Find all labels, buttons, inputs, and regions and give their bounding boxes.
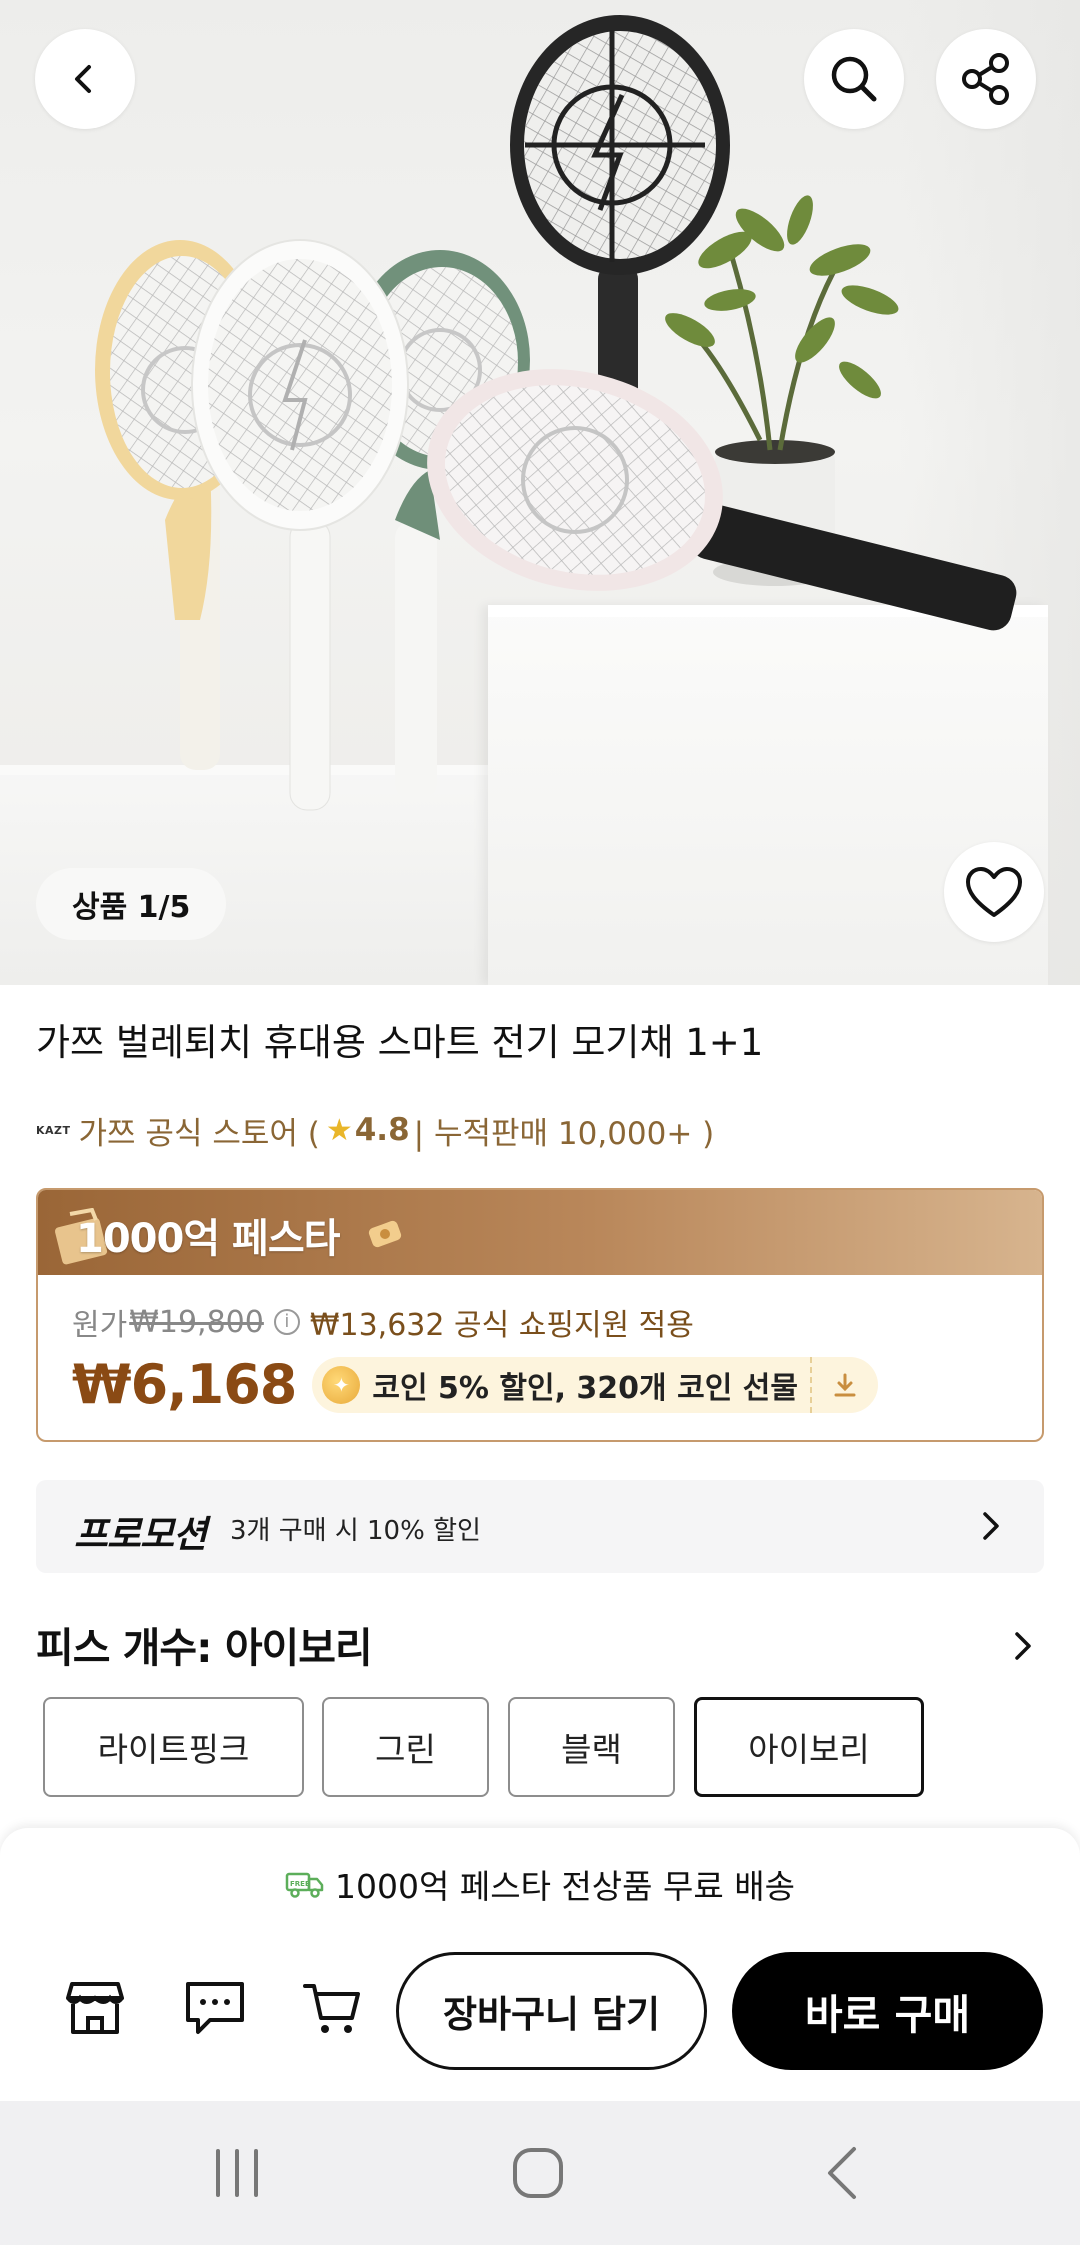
option-ivory[interactable]: 아이보리: [694, 1697, 924, 1797]
option-light-pink[interactable]: 라이트핑크: [43, 1697, 304, 1797]
coin-benefit-text: 코인 5% 할인, 320개 코인 선물: [372, 1370, 798, 1406]
back-button[interactable]: [35, 29, 135, 129]
original-price-row: 원가 ₩19,800 i ₩13,632 공식 쇼핑지원 적용: [72, 1300, 694, 1344]
image-page-indicator: 상품 1/5: [36, 868, 227, 940]
chevron-left-icon: [75, 65, 91, 93]
option-black[interactable]: 블랙: [508, 1697, 675, 1797]
star-icon: ★: [325, 1112, 353, 1148]
chevron-right-icon[interactable]: [1008, 1630, 1036, 1662]
store-logo: KAZT: [36, 1123, 71, 1137]
store-icon[interactable]: [64, 1978, 126, 2038]
system-navigation-bar: [0, 2101, 1080, 2245]
pink-racket: [427, 369, 1017, 631]
final-price: ₩6,168: [72, 1353, 297, 1416]
shopping-support-text: ₩13,632 공식 쇼핑지원 적용: [309, 1308, 694, 1343]
festa-title: 1000억 페스타: [76, 1216, 340, 1262]
final-price-row: ₩6,168 ✦ 코인 5% 할인, 320개 코인 선물: [72, 1353, 878, 1416]
store-link[interactable]: KAZT 가쯔 공식 스토어 ( ★ 4.8 | 누적판매 10,000+ ): [36, 1108, 714, 1152]
promotion-row[interactable]: 프로모션 3개 구매 시 10% 할인: [36, 1480, 1044, 1573]
free-shipping-text: 1000억 페스타 전상품 무료 배송: [335, 1867, 795, 1906]
share-button[interactable]: [936, 29, 1036, 129]
free-shipping-notice: FREE 1000억 페스타 전상품 무료 배송: [0, 1860, 1080, 1908]
promotion-title: 프로모션: [74, 1513, 207, 1556]
product-title: 가쯔 벌레퇴치 휴대용 스마트 전기 모기채 1+1: [36, 1021, 764, 1064]
coin-download-button[interactable]: [812, 1357, 878, 1413]
info-icon[interactable]: i: [273, 1309, 300, 1335]
option-title: 피스 개수: 아이보리: [36, 1624, 373, 1672]
share-icon: [962, 53, 1009, 105]
buy-now-button[interactable]: 바로 구매: [732, 1952, 1043, 2070]
festa-banner: 1000억 페스타: [38, 1190, 1042, 1275]
heart-icon: [966, 867, 1022, 917]
store-name: 가쯔 공식 스토어 (: [78, 1115, 320, 1152]
search-button[interactable]: [804, 29, 904, 129]
purchase-bar: FREE 1000억 페스타 전상품 무료 배송 장바구니 담기 바로 구매: [0, 1828, 1080, 2101]
svg-text:FREE: FREE: [290, 1880, 310, 1888]
white-racket: [191, 239, 409, 811]
system-back-icon[interactable]: [820, 2145, 864, 2201]
product-image-carousel[interactable]: 상품 1/5: [0, 0, 1080, 985]
chevron-right-icon: [983, 1512, 999, 1540]
coin-benefit-chip[interactable]: ✦ 코인 5% 할인, 320개 코인 선물: [312, 1356, 878, 1413]
download-icon: [834, 1373, 856, 1396]
chat-icon[interactable]: [184, 1978, 246, 2038]
promotion-text: 3개 구매 시 10% 할인: [230, 1516, 481, 1546]
coin-icon: ✦: [322, 1365, 361, 1404]
festa-price-card: 1000억 페스타 원가 ₩19,800 i ₩13,632 공식 쇼핑지원 적…: [36, 1188, 1044, 1442]
store-rating: 4.8: [354, 1112, 410, 1148]
cart-icon[interactable]: [302, 1978, 364, 2038]
home-icon[interactable]: [510, 2145, 566, 2201]
recent-apps-icon[interactable]: [210, 2145, 264, 2201]
search-icon: [831, 56, 877, 102]
store-sales: | 누적판매 10,000+ ): [413, 1115, 715, 1152]
original-price-label: 원가: [72, 1308, 128, 1343]
truck-icon: FREE: [285, 1872, 324, 1898]
original-price: ₩19,800: [129, 1304, 264, 1340]
coin-ticket-icon: [368, 1220, 402, 1248]
product-photo: [95, 15, 1017, 811]
wishlist-button[interactable]: [944, 842, 1044, 942]
add-to-cart-button[interactable]: 장바구니 담기: [396, 1952, 707, 2070]
black-racket: [510, 15, 730, 415]
option-green[interactable]: 그린: [322, 1697, 489, 1797]
